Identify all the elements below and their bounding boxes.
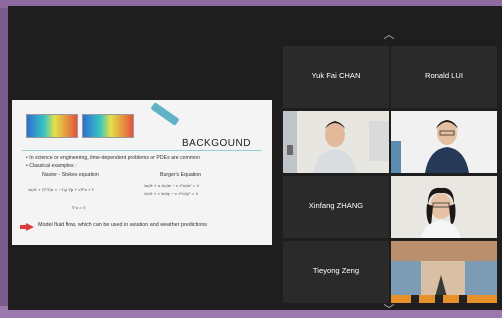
active-speaker-video-tile[interactable] — [391, 176, 497, 238]
participant-tile[interactable]: Ronald LUI — [391, 46, 497, 108]
meeting-window: BACKGOUND • In science or engineering, t… — [8, 6, 502, 316]
participant-name: Yuk Fai CHAN — [311, 71, 361, 80]
burgers-equation: ∂v/∂t + v ∂v/∂y − ν ∂²v/∂y² = 0 — [144, 192, 198, 196]
slide-bullet: • Classical examples : — [26, 163, 77, 169]
equation-label: Navier - Stokes equation — [42, 172, 99, 178]
participant-name: Tieyong Zeng — [312, 266, 360, 275]
participant-name: Ronald LUI — [425, 71, 463, 80]
burgers-thumbnail — [82, 114, 134, 138]
participant-video — [391, 176, 497, 238]
slide-conclusion: Model fluid flow, which can be used in a… — [38, 222, 208, 228]
participant-tile[interactable]: Tieyong Zeng — [283, 241, 389, 303]
navier-stokes-thumbnail — [26, 114, 78, 138]
participant-tile[interactable]: Yuk Fai CHAN — [283, 46, 389, 108]
gallery-up-icon[interactable]: ︿ — [381, 30, 397, 41]
participant-name: Xinfang ZHANG — [308, 201, 364, 210]
equation-label: Burger's Equation — [160, 172, 202, 178]
slide-bullet: • In science or engineering, time-depend… — [26, 155, 200, 161]
title-divider — [22, 150, 262, 151]
divergence-equation: ∇·u = 0 — [72, 206, 86, 210]
participant-video-tile[interactable] — [283, 111, 389, 173]
participant-video — [391, 241, 497, 303]
participant-video-tile[interactable] — [391, 241, 497, 303]
participant-tile[interactable]: Xinfang ZHANG — [283, 176, 389, 238]
participant-video-tile[interactable] — [391, 111, 497, 173]
arrow-icon-head — [26, 223, 34, 231]
slide-title: BACKGOUND — [182, 138, 251, 149]
gallery-down-icon[interactable]: ﹀ — [381, 305, 397, 316]
participant-video — [391, 111, 497, 173]
pen-graphic — [150, 102, 180, 126]
navier-stokes-equation: ∂u/∂t + (∇·∇)u = −1/ρ ∇p + ν∇²u + f — [28, 188, 94, 192]
burgers-equation: ∂u/∂t + u ∂u/∂x − ν ∂²u/∂x² = 0 — [144, 184, 200, 188]
participant-video — [283, 111, 389, 173]
shared-screen-slide[interactable]: BACKGOUND • In science or engineering, t… — [12, 100, 272, 245]
